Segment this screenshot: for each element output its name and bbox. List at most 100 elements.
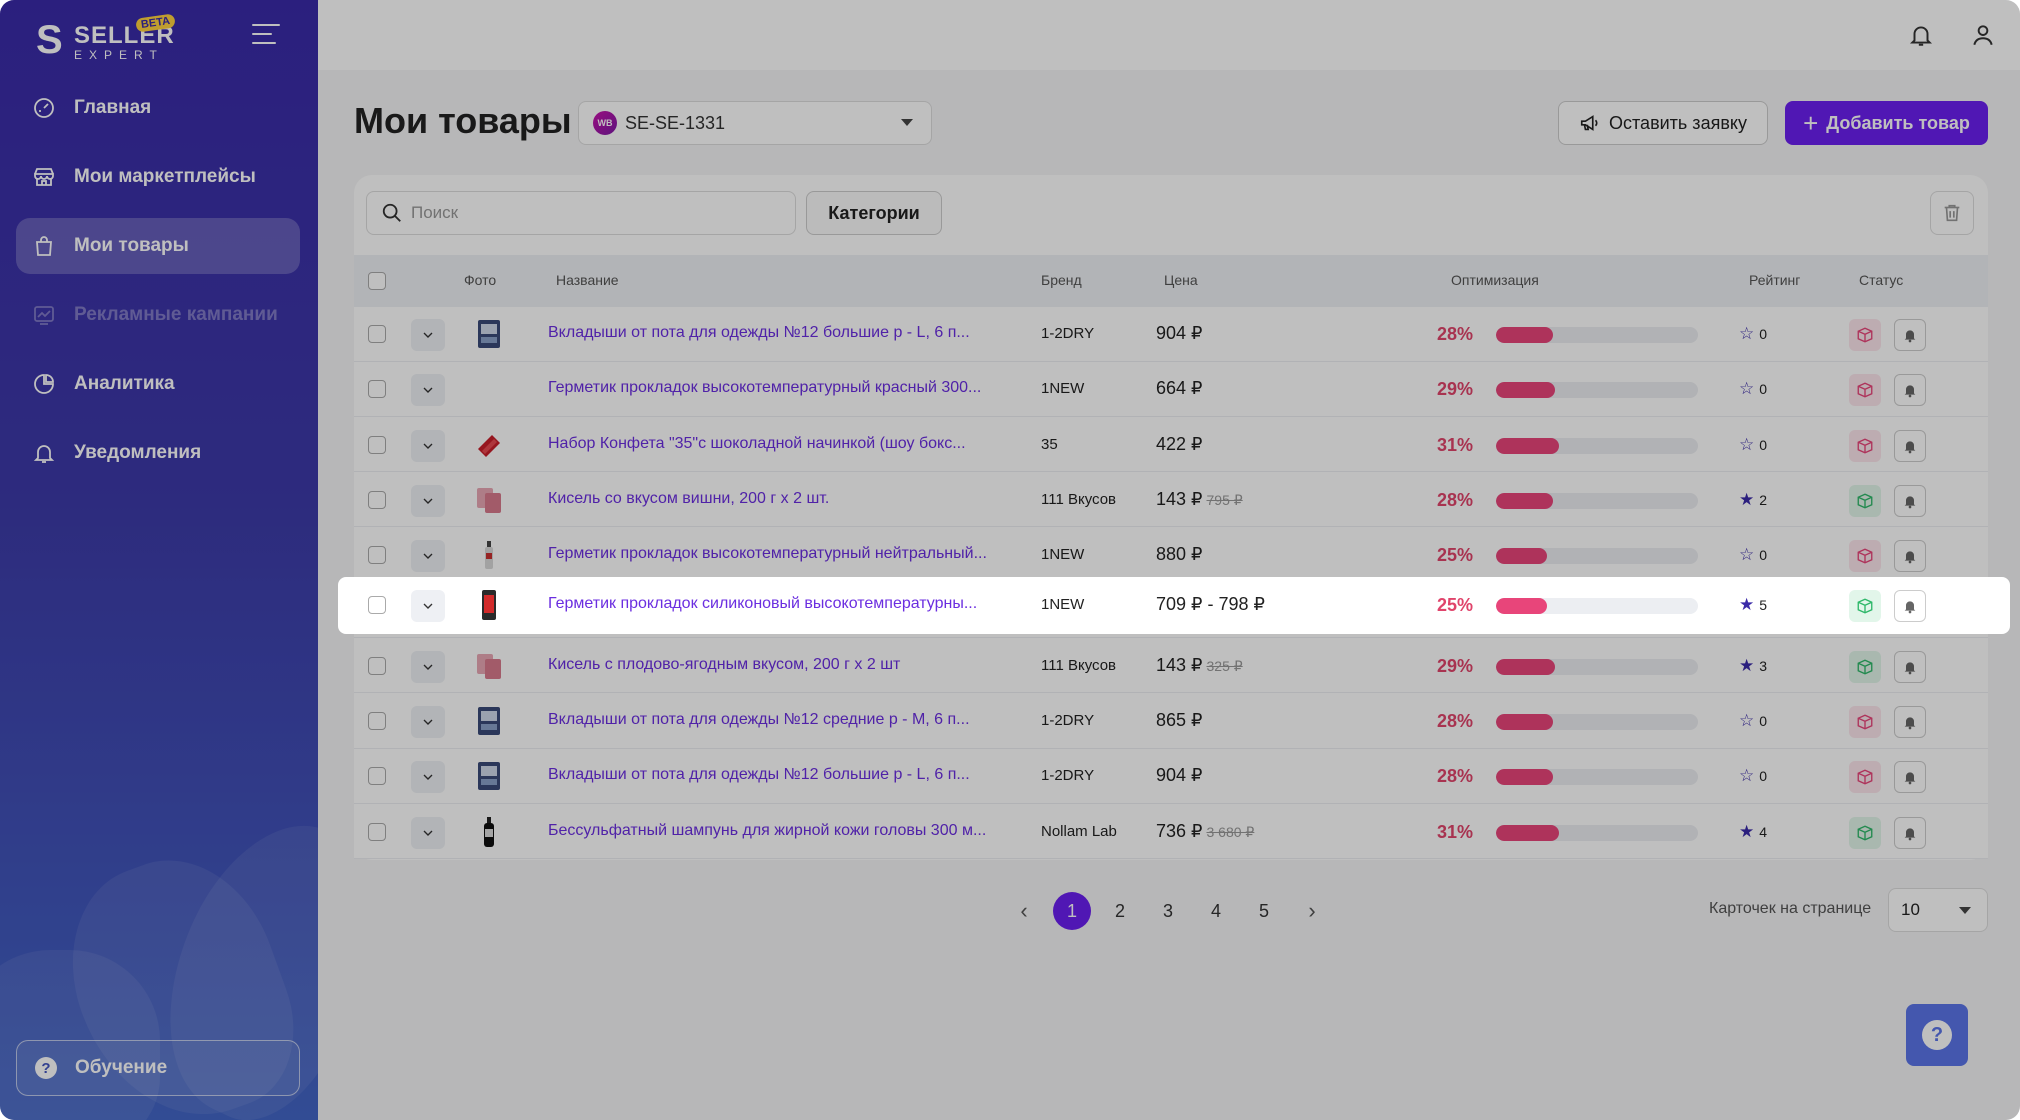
product-photo[interactable]	[472, 428, 506, 462]
menu-toggle-icon[interactable]	[252, 24, 280, 46]
notify-button[interactable]	[1894, 319, 1926, 351]
status-indicator[interactable]	[1849, 761, 1881, 794]
product-name-link[interactable]: Бессульфатный шампунь для жирной кожи го…	[548, 822, 998, 840]
product-name-link[interactable]: Герметик прокладок высокотемпературный н…	[548, 545, 998, 563]
status-indicator[interactable]	[1849, 816, 1881, 849]
sidebar-item-1[interactable]: Мои маркетплейсы	[16, 149, 300, 205]
page-button-5[interactable]: 5	[1245, 892, 1283, 930]
categories-button[interactable]: Категории	[806, 191, 942, 235]
product-name-link[interactable]: Вкладыши от пота для одежды №12 большие …	[548, 766, 998, 784]
table-row[interactable]: Герметик прокладок силиконовый высокотем…	[354, 578, 1994, 633]
row-checkbox[interactable]	[368, 435, 386, 454]
user-profile-icon[interactable]	[1970, 22, 1996, 48]
row-checkbox[interactable]	[368, 596, 386, 614]
column-header-brand[interactable]: Бренд	[1041, 272, 1082, 288]
table-row[interactable]: Кисель со вкусом вишни, 200 г х 2 шт. 111…	[354, 472, 1988, 528]
sidebar-item-5[interactable]: Уведомления	[16, 425, 300, 481]
product-photo[interactable]	[472, 759, 506, 793]
row-checkbox[interactable]	[368, 325, 386, 343]
notify-button[interactable]	[1894, 429, 1926, 462]
expand-row-button[interactable]	[411, 590, 445, 622]
leave-request-button[interactable]: Оставить заявку	[1558, 101, 1768, 145]
prev-page-button[interactable]: ‹	[1005, 892, 1043, 930]
shop-select[interactable]: WB SE-SE-1331	[578, 101, 932, 145]
help-button[interactable]: ?	[1906, 1004, 1968, 1066]
row-checkbox[interactable]	[368, 656, 386, 675]
status-indicator[interactable]	[1849, 374, 1881, 407]
notify-button[interactable]	[1894, 540, 1926, 573]
table-row[interactable]: Бессульфатный шампунь для жирной кожи го…	[354, 804, 1988, 860]
status-indicator[interactable]	[1849, 590, 1881, 622]
column-header-rating[interactable]: Рейтинг	[1749, 272, 1800, 288]
status-indicator[interactable]	[1849, 540, 1881, 573]
product-name-link[interactable]: Кисель с плодово-ягодным вкусом, 200 г х…	[548, 656, 998, 674]
search-input[interactable]: Поиск	[366, 191, 796, 235]
table-row[interactable]: Герметик прокладок высокотемпературный к…	[354, 362, 1988, 417]
expand-row-button[interactable]	[411, 429, 445, 462]
product-photo[interactable]	[472, 588, 506, 622]
row-checkbox[interactable]	[368, 822, 386, 841]
delete-button[interactable]	[1930, 191, 1974, 235]
row-checkbox[interactable]	[368, 490, 386, 509]
expand-row-button[interactable]	[411, 319, 445, 351]
column-header-name[interactable]: Название	[556, 272, 619, 288]
next-page-button[interactable]: ›	[1293, 892, 1331, 930]
notify-button[interactable]	[1894, 484, 1926, 517]
notify-button[interactable]	[1894, 650, 1926, 683]
row-checkbox[interactable]	[368, 712, 386, 731]
notify-button[interactable]	[1894, 374, 1926, 407]
expand-row-button[interactable]	[411, 484, 445, 517]
product-name-link[interactable]: Набор Конфета "35"с шоколадной начинкой …	[548, 435, 998, 453]
notify-button[interactable]	[1894, 706, 1926, 739]
status-indicator[interactable]	[1849, 484, 1881, 517]
column-header-optimization[interactable]: Оптимизация	[1451, 272, 1539, 288]
app-logo[interactable]: S SELLER EXPERT BETA	[36, 13, 186, 62]
status-indicator[interactable]	[1849, 650, 1881, 683]
product-photo[interactable]	[472, 704, 506, 738]
product-photo[interactable]	[472, 538, 506, 572]
expand-row-button[interactable]	[411, 650, 445, 683]
notify-button[interactable]	[1894, 590, 1926, 622]
column-header-price[interactable]: Цена	[1164, 272, 1198, 288]
sidebar-item-2[interactable]: Мои товары	[16, 218, 300, 274]
product-name-link[interactable]: Вкладыши от пота для одежды №12 большие …	[548, 324, 998, 342]
product-photo[interactable]	[472, 815, 506, 849]
expand-row-button[interactable]	[411, 761, 445, 794]
product-photo[interactable]	[472, 483, 506, 517]
table-row[interactable]: Вкладыши от пота для одежды №12 средние …	[354, 694, 1988, 749]
status-indicator[interactable]	[1849, 706, 1881, 739]
product-photo[interactable]	[472, 317, 506, 351]
page-button-3[interactable]: 3	[1149, 892, 1187, 930]
learning-button[interactable]: ? Обучение	[16, 1040, 300, 1096]
row-checkbox[interactable]	[368, 380, 386, 399]
select-all-checkbox[interactable]	[368, 272, 386, 290]
page-button-1[interactable]: 1	[1053, 892, 1091, 930]
product-photo[interactable]	[472, 372, 506, 406]
row-checkbox[interactable]	[368, 767, 386, 786]
status-indicator[interactable]	[1849, 429, 1881, 462]
table-row[interactable]: Герметик прокладок высокотемпературный н…	[354, 528, 1988, 583]
product-photo[interactable]	[472, 649, 506, 683]
notify-button[interactable]	[1894, 761, 1926, 794]
status-indicator[interactable]	[1849, 319, 1881, 351]
page-button-4[interactable]: 4	[1197, 892, 1235, 930]
notify-button[interactable]	[1894, 816, 1926, 849]
expand-row-button[interactable]	[411, 540, 445, 573]
add-product-button[interactable]: + Добавить товар	[1785, 101, 1988, 145]
expand-row-button[interactable]	[411, 706, 445, 739]
sidebar-item-4[interactable]: Аналитика	[16, 356, 300, 412]
expand-row-button[interactable]	[411, 374, 445, 407]
table-row[interactable]: Вкладыши от пота для одежды №12 большие …	[354, 307, 1988, 362]
table-row[interactable]: Набор Конфета "35"с шоколадной начинкой …	[354, 417, 1988, 473]
per-page-select[interactable]: 10	[1888, 888, 1988, 932]
product-name-link[interactable]: Герметик прокладок силиконовый высокотем…	[548, 595, 998, 613]
product-name-link[interactable]: Кисель со вкусом вишни, 200 г х 2 шт.	[548, 490, 998, 508]
page-button-2[interactable]: 2	[1101, 892, 1139, 930]
table-row[interactable]: Кисель с плодово-ягодным вкусом, 200 г х…	[354, 638, 1988, 694]
expand-row-button[interactable]	[411, 816, 445, 849]
notifications-bell-icon[interactable]	[1908, 22, 1934, 48]
product-name-link[interactable]: Герметик прокладок высокотемпературный к…	[548, 379, 998, 397]
table-row[interactable]: Вкладыши от пота для одежды №12 большие …	[354, 749, 1988, 804]
product-name-link[interactable]: Вкладыши от пота для одежды №12 средние …	[548, 711, 998, 729]
sidebar-item-0[interactable]: Главная	[16, 80, 300, 136]
